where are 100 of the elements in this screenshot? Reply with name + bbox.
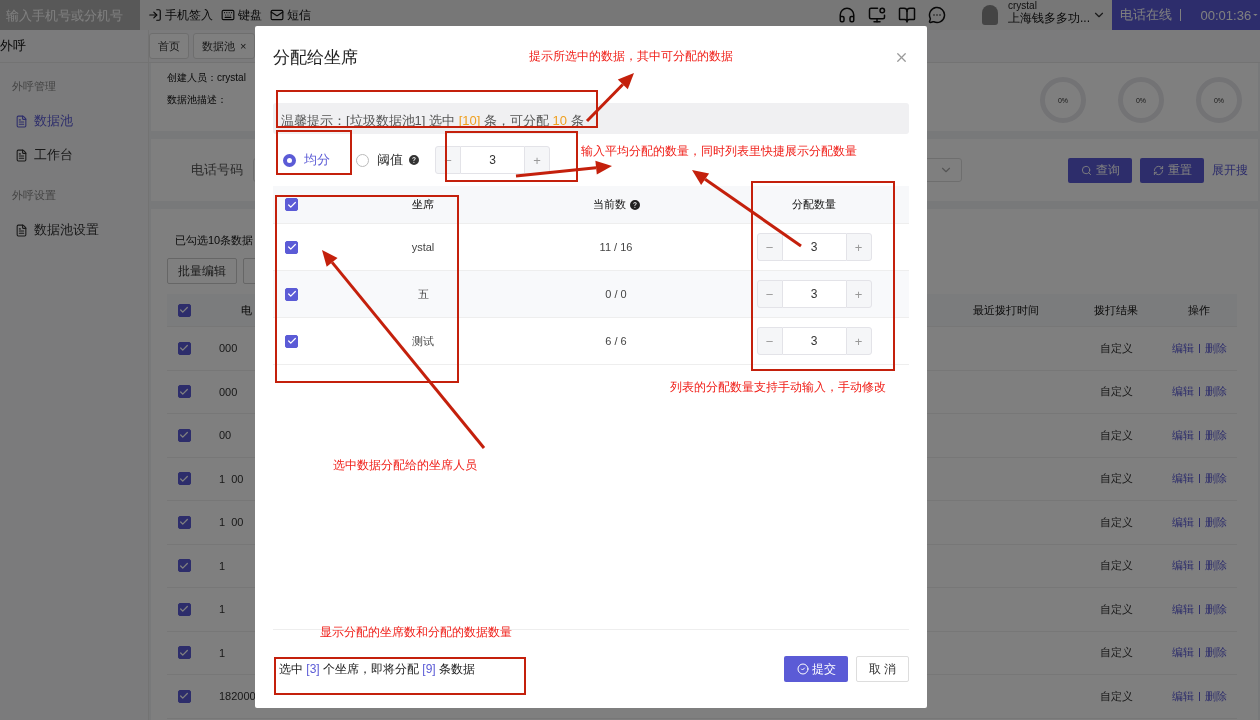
- checkbox[interactable]: [177, 515, 191, 529]
- table-cell: 6 / 6: [605, 335, 627, 347]
- checkbox[interactable]: [177, 602, 191, 616]
- decrement-button[interactable]: −: [756, 233, 783, 261]
- table-cell: 自定义: [1099, 384, 1133, 400]
- delete-link[interactable]: 删除: [1204, 384, 1227, 400]
- radio-label[interactable]: 均分: [304, 151, 330, 169]
- user-name: crystal: [1008, 0, 1037, 12]
- reset-button[interactable]: 重置: [1140, 157, 1204, 183]
- checkbox[interactable]: [177, 646, 191, 660]
- call-status: 电话在线: [1120, 6, 1172, 24]
- search-button[interactable]: 查询: [1068, 157, 1132, 183]
- edit-link[interactable]: 编辑: [1171, 514, 1194, 530]
- search-icon: [1080, 164, 1092, 176]
- checkbox[interactable]: [285, 240, 298, 254]
- table-cell: 自定义: [1099, 514, 1133, 530]
- annotation-note: 选中数据分配给的坐席人员: [333, 457, 477, 474]
- edit-link[interactable]: 编辑: [1171, 427, 1194, 443]
- checkbox[interactable]: [285, 287, 298, 301]
- delete-link[interactable]: 删除: [1204, 514, 1227, 530]
- decrement-button[interactable]: −: [756, 327, 783, 355]
- agent-name: 五: [417, 286, 429, 302]
- checkbox[interactable]: [177, 341, 191, 355]
- checkbox[interactable]: [177, 385, 191, 399]
- column-header: 坐席: [412, 197, 434, 212]
- annotation-arrow: [585, 73, 634, 123]
- table-cell: 1 00: [219, 516, 244, 529]
- batch-edit-button[interactable]: 批量编辑: [167, 258, 237, 284]
- chat-icon[interactable]: [928, 6, 946, 24]
- edit-link[interactable]: 编辑: [1171, 688, 1194, 704]
- delete-link[interactable]: 删除: [1204, 558, 1227, 574]
- table-cell: 1: [219, 646, 226, 659]
- submit-button[interactable]: 提交: [784, 656, 848, 682]
- average-input[interactable]: 3: [461, 146, 524, 174]
- edit-link[interactable]: 编辑: [1171, 384, 1194, 400]
- checkbox[interactable]: [285, 334, 298, 348]
- column-header: 电: [241, 302, 252, 318]
- document-icon: [15, 223, 28, 237]
- agent-name: ystal: [411, 241, 435, 253]
- cancel-button[interactable]: 取 消: [856, 656, 909, 682]
- edit-link[interactable]: 编辑: [1171, 558, 1194, 574]
- book-icon[interactable]: [898, 6, 916, 24]
- sidebar-item[interactable]: 数据池: [0, 104, 148, 138]
- checkbox[interactable]: [177, 689, 191, 703]
- amount-input[interactable]: 3: [782, 233, 846, 261]
- table-cell: 1: [219, 603, 226, 616]
- column-header: 分配数量: [792, 197, 836, 212]
- checkbox[interactable]: [285, 198, 298, 211]
- table-cell: 1: [219, 559, 226, 572]
- monitor-icon[interactable]: [868, 6, 886, 24]
- column-header: 当前数: [592, 197, 626, 212]
- increment-button[interactable]: +: [524, 146, 550, 174]
- amount-input[interactable]: 3: [782, 327, 846, 355]
- sidebar-item[interactable]: 工作台: [0, 138, 148, 172]
- selection-summary: 选中 [3] 个坐席，即将分配 [9] 条数据: [279, 660, 476, 678]
- checkbox[interactable]: [177, 472, 191, 486]
- company-name: 上海钱多多功...: [1008, 12, 1091, 24]
- toolbar-action[interactable]: 短信: [270, 6, 311, 24]
- increment-button[interactable]: +: [845, 233, 872, 261]
- delete-link[interactable]: 删除: [1204, 645, 1227, 661]
- table-cell: 自定义: [1099, 340, 1133, 356]
- table-cell: 自定义: [1099, 688, 1133, 704]
- sign-in-icon: [148, 8, 162, 22]
- annotation-note: 输入平均分配的数量，同时列表里快捷展示分配数量: [581, 143, 857, 160]
- table-cell: 00: [219, 429, 232, 442]
- checkbox[interactable]: [177, 303, 191, 317]
- table-cell: 182000: [219, 690, 256, 703]
- column-header: 拨打结果: [1094, 302, 1138, 318]
- delete-link[interactable]: 删除: [1204, 340, 1227, 356]
- checkbox[interactable]: [177, 428, 191, 442]
- table-cell: 1 00: [219, 472, 244, 485]
- delete-link[interactable]: 删除: [1204, 427, 1227, 443]
- expand-search-link[interactable]: 展开搜: [1212, 161, 1248, 179]
- page-tab[interactable]: 首页: [149, 33, 189, 59]
- page-tab[interactable]: 数据池 ×: [193, 33, 256, 59]
- refresh-icon: [1152, 164, 1164, 176]
- toolbar-action[interactable]: 键盘: [221, 6, 262, 24]
- headset-icon[interactable]: [838, 6, 856, 24]
- sidebar-item[interactable]: 数据池设置: [0, 213, 148, 247]
- table-cell: 000: [219, 342, 238, 355]
- radio-button[interactable]: [283, 153, 296, 167]
- edit-link[interactable]: 编辑: [1171, 340, 1194, 356]
- delete-link[interactable]: 删除: [1204, 688, 1227, 704]
- edit-link[interactable]: 编辑: [1171, 645, 1194, 661]
- table-cell: 自定义: [1099, 558, 1133, 574]
- delete-link[interactable]: 删除: [1204, 601, 1227, 617]
- annotation-note: 显示分配的坐席数和分配的数据数量: [320, 624, 512, 641]
- amount-input[interactable]: 3: [782, 280, 846, 308]
- edit-link[interactable]: 编辑: [1171, 471, 1194, 487]
- delete-link[interactable]: 删除: [1204, 471, 1227, 487]
- toolbar-action[interactable]: 手机签入: [148, 6, 213, 24]
- edit-link[interactable]: 编辑: [1171, 601, 1194, 617]
- dialog-title: 分配给坐席: [273, 46, 358, 69]
- increment-button[interactable]: +: [845, 327, 872, 355]
- checkbox[interactable]: [177, 559, 191, 573]
- decrement-button[interactable]: −: [756, 280, 783, 308]
- increment-button[interactable]: +: [845, 280, 872, 308]
- creator-text: 创建人员：crystal: [167, 71, 246, 85]
- annotation-note: 提示所选中的数据，其中可分配的数据: [529, 48, 733, 65]
- radio-label[interactable]: 阈值: [377, 151, 403, 169]
